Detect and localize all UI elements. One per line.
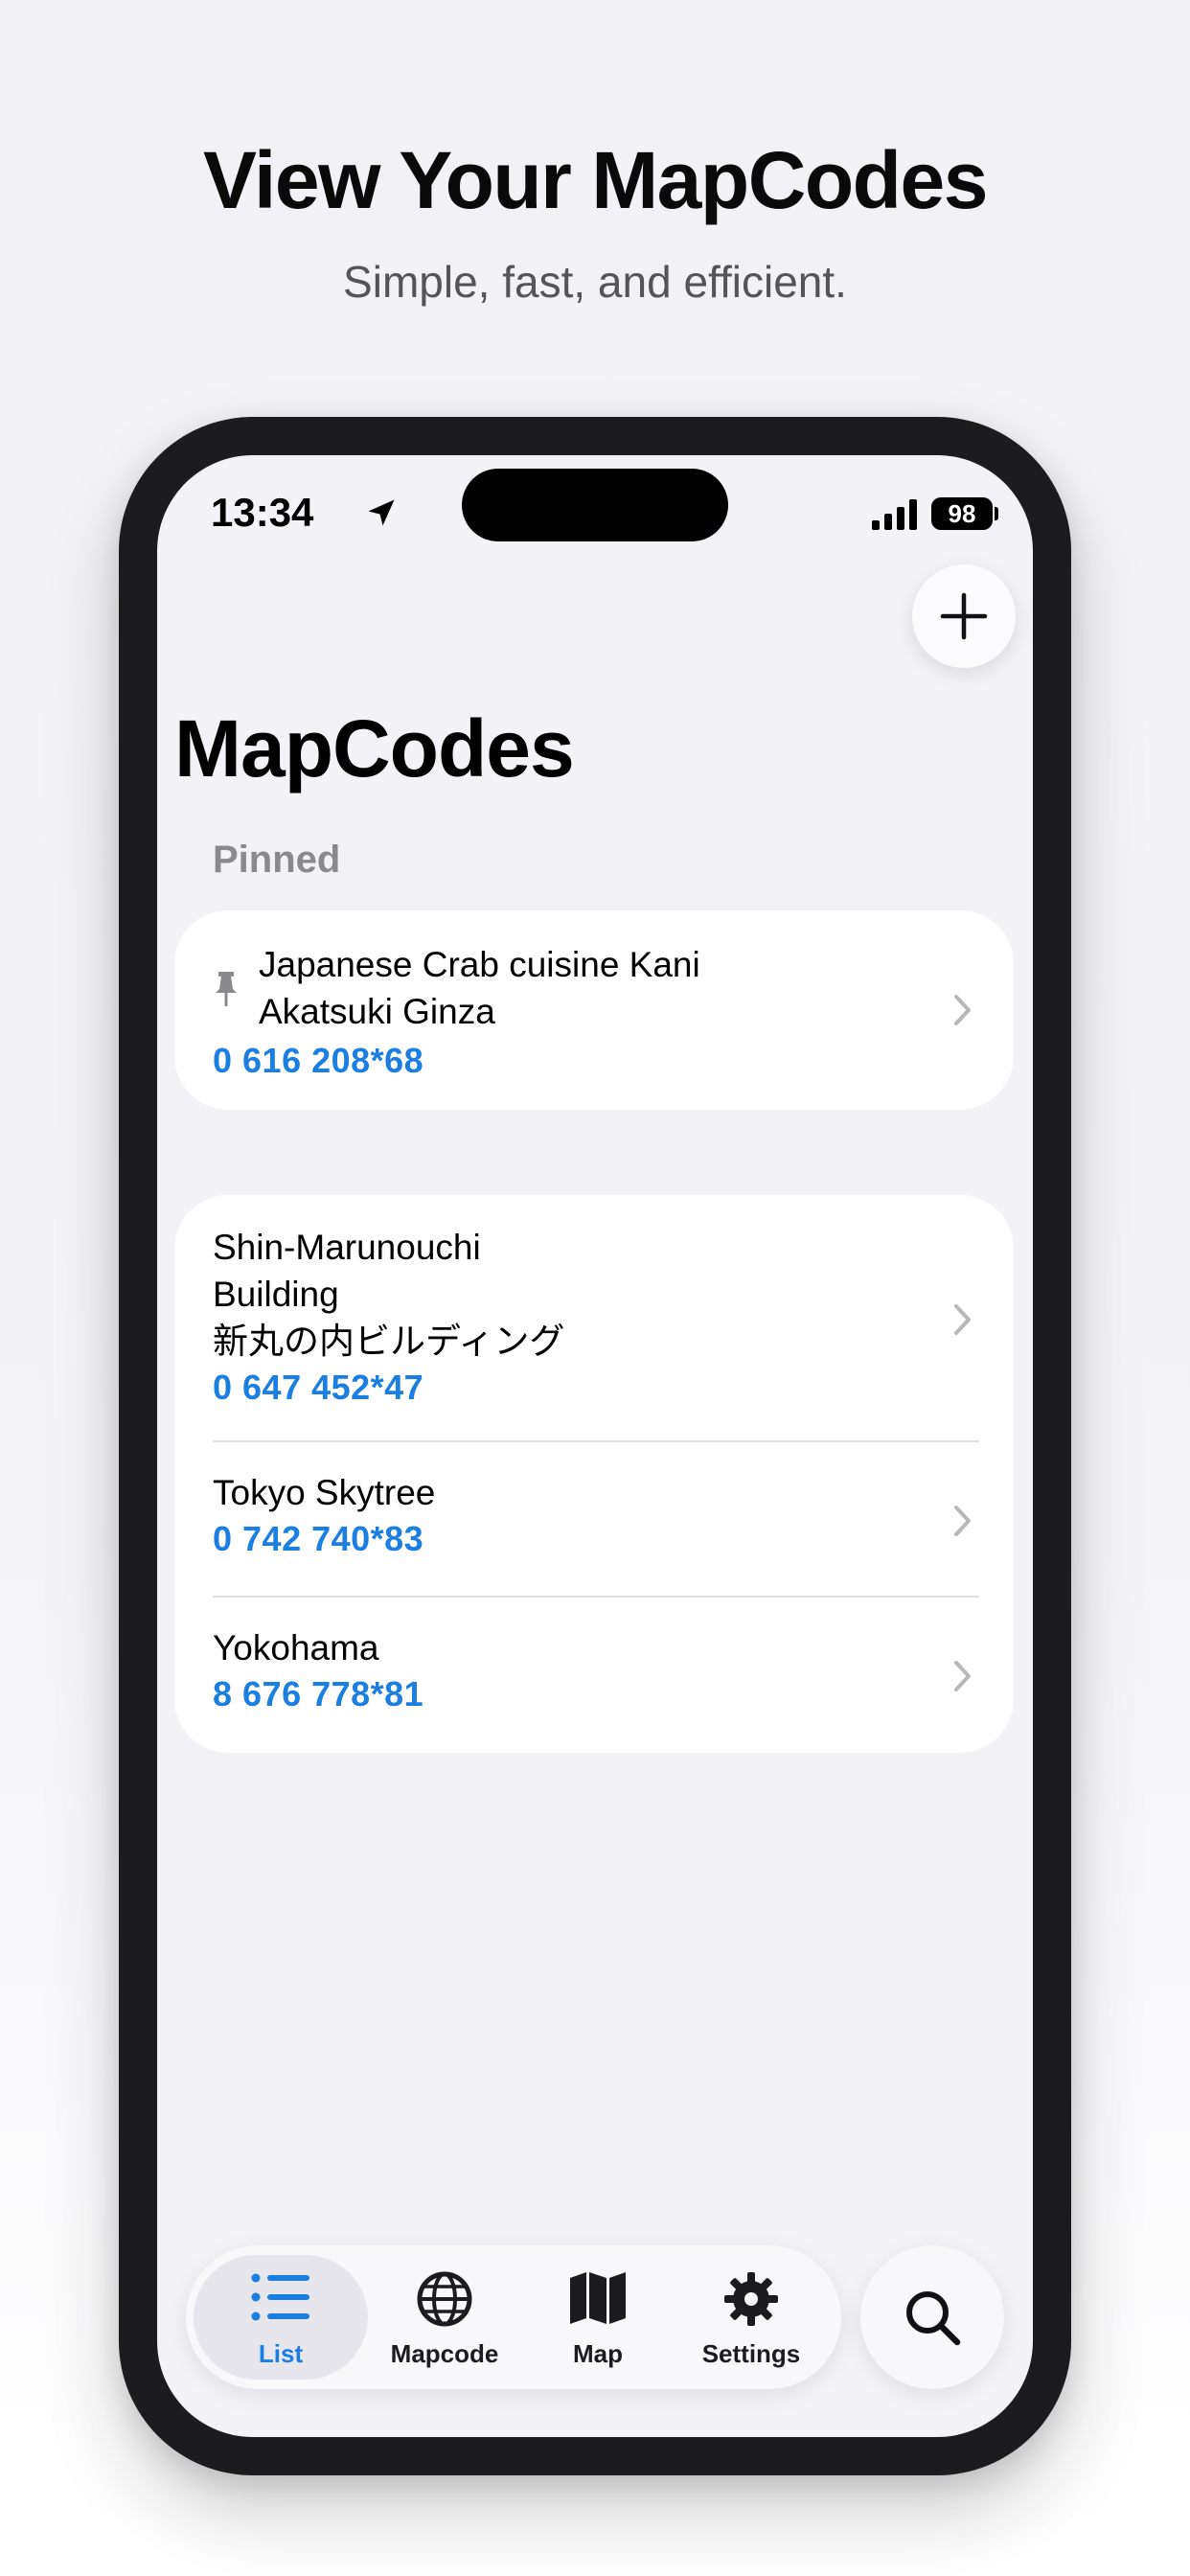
- tab-mapcode[interactable]: Mapcode: [368, 2255, 521, 2380]
- list-item[interactable]: Tokyo Skytree 0 742 740*83: [174, 1442, 1014, 1598]
- tab-label: Mapcode: [390, 2339, 499, 2368]
- tab-label: Map: [573, 2339, 623, 2368]
- promo-headline: View Your MapCodes: [203, 135, 988, 225]
- pinned-card: Japanese Crab cuisine Kani Akatsuki Ginz…: [174, 910, 1014, 1110]
- list-item[interactable]: Shin-Marunouchi Building 新丸の内ビルディング 0 64…: [174, 1195, 1014, 1442]
- page-title: MapCodes: [174, 703, 575, 794]
- battery-indicator: 98: [931, 497, 993, 530]
- chevron-right-icon: [954, 1661, 971, 1691]
- tab-list[interactable]: List: [194, 2255, 368, 2380]
- status-time: 13:34: [211, 490, 314, 535]
- tab-map[interactable]: Map: [521, 2255, 675, 2380]
- globe-icon: [417, 2271, 472, 2327]
- plus-icon: [940, 592, 988, 640]
- item-mapcode: 0 742 740*83: [213, 1519, 424, 1558]
- tab-bar: List Mapcode Map Settings: [186, 2245, 841, 2389]
- chevron-right-icon: [954, 1506, 971, 1536]
- item-mapcode: 0 616 208*68: [213, 1041, 424, 1080]
- pinned-section-label: Pinned: [213, 839, 341, 881]
- add-button[interactable]: [912, 564, 1016, 668]
- item-name: Yokohama: [213, 1628, 379, 1668]
- search-button[interactable]: [860, 2245, 1004, 2389]
- phone-frame: 13:34 98 MapCodes Pinned Japanese Crab c…: [119, 417, 1071, 2475]
- item-mapcode: 8 676 778*81: [213, 1674, 424, 1714]
- list-icon: [251, 2273, 309, 2321]
- list-item[interactable]: Japanese Crab cuisine Kani Akatsuki Ginz…: [174, 910, 1014, 1110]
- chevron-right-icon: [954, 1304, 971, 1335]
- item-name: Japanese Crab cuisine Kani Akatsuki Ginz…: [259, 945, 700, 1031]
- item-name: Tokyo Skytree: [213, 1473, 436, 1512]
- location-arrow-icon: [368, 499, 395, 526]
- dynamic-island: [462, 469, 728, 541]
- cellular-signal-icon: [872, 499, 917, 530]
- tab-label: Settings: [701, 2339, 801, 2368]
- mapcode-list-card: Shin-Marunouchi Building 新丸の内ビルディング 0 64…: [174, 1195, 1014, 1753]
- chevron-right-icon: [954, 995, 971, 1025]
- magnifier-icon: [906, 2291, 961, 2346]
- app-screen: 13:34 98 MapCodes Pinned Japanese Crab c…: [157, 455, 1033, 2437]
- map-icon: [570, 2272, 626, 2324]
- battery-nub: [995, 507, 998, 520]
- list-item[interactable]: Yokohama 8 676 778*81: [174, 1598, 1014, 1753]
- promo-subhead: Simple, fast, and efficient.: [343, 257, 847, 307]
- item-name: Shin-Marunouchi Building 新丸の内ビルディング: [213, 1228, 565, 1361]
- gear-icon: [724, 2272, 778, 2326]
- tab-settings[interactable]: Settings: [675, 2255, 828, 2380]
- item-mapcode: 0 647 452*47: [213, 1368, 424, 1407]
- pin-icon: [216, 972, 237, 1006]
- tab-label: List: [258, 2339, 304, 2368]
